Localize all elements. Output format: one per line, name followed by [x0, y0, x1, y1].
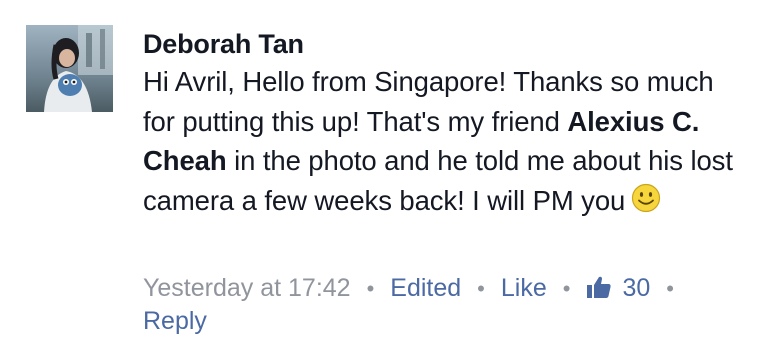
timestamp[interactable]: Yesterday at 17:42 [143, 274, 351, 302]
comment: Deborah Tan Hi Avril, Hello from Singapo… [0, 0, 760, 347]
separator-dot: • [562, 276, 571, 301]
like-button[interactable]: Like [501, 274, 547, 302]
separator-dot: • [366, 276, 375, 301]
like-count-value: 30 [622, 274, 651, 302]
smiley-icon [631, 183, 661, 213]
profile-photo [26, 25, 113, 112]
comment-content: Deborah Tan Hi Avril, Hello from Singapo… [143, 26, 743, 335]
comment-author[interactable]: Deborah Tan [143, 26, 743, 62]
separator-dot: • [477, 276, 485, 301]
thumbs-up-icon [586, 275, 612, 299]
edited-link[interactable]: Edited [390, 274, 461, 302]
like-count[interactable]: 30 [586, 274, 650, 302]
avatar[interactable] [26, 25, 113, 112]
reply-button[interactable]: Reply [143, 305, 743, 337]
separator-dot: • [666, 276, 674, 301]
comment-meta: Yesterday at 17:42 • Edited • Like • 30 • Reply [143, 272, 743, 337]
comment-body: Hi Avril, Hello from Singapore! Thanks s… [143, 62, 743, 220]
